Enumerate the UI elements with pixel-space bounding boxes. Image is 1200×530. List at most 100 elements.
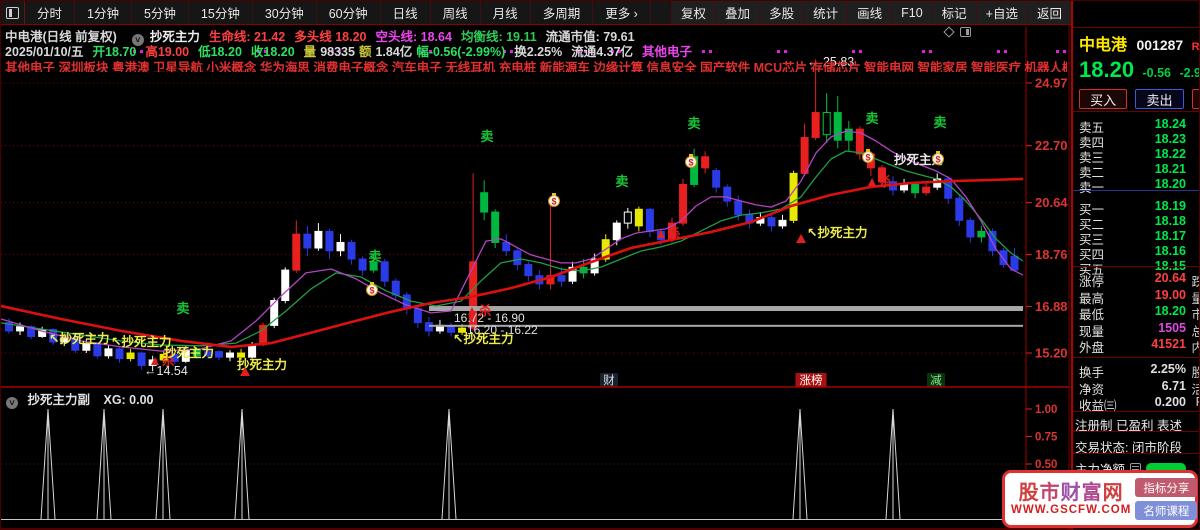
svg-text:卖: 卖: [615, 174, 628, 189]
book-row-买二[interactable]: 买二 18.18: [1079, 214, 1199, 232]
menu-tool-6[interactable]: 标记: [931, 1, 976, 24]
panel-toggle-icon[interactable]: [1, 1, 25, 24]
svg-text:杀: 杀: [668, 226, 681, 241]
stat-最低: 最低18.20市: [1079, 304, 1199, 322]
svg-text:卖: 卖: [933, 115, 946, 130]
book-row-卖二[interactable]: 卖二 18.21: [1079, 162, 1199, 180]
watermark-url: WWW.GSCFW.COM: [1011, 504, 1132, 516]
svg-text:1.00: 1.00: [1035, 404, 1057, 416]
svg-text:↖抄死主力: ↖抄死主力: [807, 225, 867, 240]
svg-text:减: 减: [930, 374, 942, 387]
chart-corner-icons: [943, 26, 971, 38]
svg-text:卖: 卖: [865, 111, 878, 126]
menu-period-0[interactable]: 分时: [25, 1, 76, 24]
subchart-header: ˅ 抄死主力副 XG: 0.00: [6, 389, 154, 409]
sell-button[interactable]: 卖出: [1135, 89, 1184, 109]
book-row-卖五[interactable]: 卖五 18.24: [1079, 117, 1199, 135]
svg-text:卖: 卖: [176, 301, 189, 316]
menu-period-10[interactable]: 更多 ›: [593, 1, 651, 24]
last-price: 18.20: [1079, 57, 1135, 82]
svg-text:$: $: [865, 153, 870, 163]
menu-tool-8[interactable]: 返回: [1026, 1, 1071, 24]
svg-text:↖抄死主力: ↖抄死主力: [49, 331, 109, 346]
stat2-收益㈢: 收益㈢0.200P: [1079, 395, 1199, 413]
book-row-买四[interactable]: 买四 18.16: [1079, 244, 1199, 262]
watermark: 股市财富网 WWW.GSCFW.COM 指标分享 名师课程: [1002, 470, 1198, 528]
stat-最高: 最高19.00量: [1079, 287, 1199, 306]
tool-menu: 复权 叠加 多股 统计 画线 F10 标记 +自选 返回: [671, 1, 1071, 24]
svg-text:杀: 杀: [479, 303, 492, 318]
price-row: 18.20 -0.56 -2.99: [1079, 57, 1199, 83]
svg-text:16.88: 16.88: [1035, 299, 1068, 314]
svg-text:↖抄死主力: ↖抄死主力: [453, 331, 513, 346]
menu-period-1[interactable]: 1分钟: [75, 1, 132, 24]
svg-text:$: $: [369, 286, 374, 296]
subchart-dropdown-icon[interactable]: ˅: [6, 397, 18, 409]
stat2-换手: 换手2.25%股: [1079, 362, 1199, 380]
svg-text:杀: 杀: [879, 174, 892, 189]
svg-text:抄死主力: 抄死主力: [164, 345, 214, 360]
svg-text:卖: 卖: [687, 116, 700, 131]
book-row-卖三[interactable]: 卖三 18.22: [1079, 147, 1199, 165]
sector-tags[interactable]: 其他电子 深圳板块 粤港澳 卫星导航 小米概念 华为海思 消费电子概念 汽车电子…: [5, 57, 1067, 72]
panel-layout-icon[interactable]: [960, 27, 971, 37]
watermark-title-char: 富: [1081, 482, 1103, 504]
watermark-title-char: 网: [1102, 482, 1124, 504]
book-row-买一[interactable]: 买一 18.19: [1079, 199, 1199, 217]
stock-name-row: 中电港 001287 R: [1079, 31, 1200, 55]
menu-tool-1[interactable]: 叠加: [715, 1, 760, 24]
menu-period-5[interactable]: 60分钟: [317, 1, 381, 24]
svg-text:$: $: [551, 197, 556, 207]
menu-period-6[interactable]: 日线: [381, 1, 431, 24]
svg-text:涨榜: 涨榜: [800, 373, 823, 387]
watermark-title-char: 市: [1039, 482, 1061, 504]
subchart-xg-value: XG: 0.00: [103, 393, 154, 407]
stat2-净资: 净资6.71活: [1079, 378, 1199, 397]
menu-period-4[interactable]: 30分钟: [253, 1, 317, 24]
menu-tool-2[interactable]: 多股: [759, 1, 804, 24]
svg-text:20.64: 20.64: [1035, 195, 1068, 210]
menu-tool-4[interactable]: 画线: [847, 1, 892, 24]
svg-text:←14.54: ←14.54: [144, 364, 188, 378]
margin-tag: R: [1191, 41, 1200, 53]
info-line-1: 中电港(日线 前复权) ˅ 抄死主力 生命线: 21.42 多头线 18.20 空头线: …: [5, 26, 644, 46]
menu-tool-7[interactable]: +自选: [975, 1, 1027, 24]
cut-button[interactable]: [1191, 89, 1199, 109]
watermark-title: 股市财富网: [1011, 482, 1131, 504]
quote-panel: 中电港 001287 R 18.20 -0.56 -2.99 买入 卖出 卖五1…: [1071, 1, 1200, 529]
stat-涨停: 涨停20.64跌: [1079, 271, 1199, 289]
menu-tool-5[interactable]: F10: [891, 1, 932, 24]
diamond-icon[interactable]: [943, 26, 955, 38]
stat-现量: 现量1505总: [1079, 320, 1199, 339]
price-change: -0.56: [1142, 66, 1172, 80]
svg-text:18.76: 18.76: [1035, 247, 1068, 262]
svg-text:15.20: 15.20: [1035, 346, 1068, 361]
svg-text:卖: 卖: [368, 249, 381, 264]
buy-button[interactable]: 买入: [1079, 89, 1128, 109]
app-window: 16.72 - 16.90 16.20 - 16.22 卖卖卖卖卖卖卖杀杀杀杀 ↖抄死…: [0, 0, 1200, 530]
menu-tool-3[interactable]: 统计: [803, 1, 848, 24]
price-change-pct: -2.99: [1179, 66, 1199, 80]
period-menu: 分时 1分钟 5分钟 15分钟 30分钟 60分钟 日线 周线 月线 多周期 更多 ›: [25, 1, 651, 24]
svg-text:24.97: 24.97: [1035, 76, 1068, 91]
menu-period-7[interactable]: 周线: [431, 1, 481, 24]
watermark-title-char: 财: [1060, 482, 1082, 504]
menu-period-2[interactable]: 5分钟: [132, 1, 189, 24]
menu-tool-0[interactable]: 复权: [671, 1, 716, 24]
menu-period-9[interactable]: 多周期: [531, 1, 594, 24]
book-row-买三[interactable]: 买三 18.17: [1079, 229, 1199, 247]
watermark-title-char: 股: [1018, 482, 1040, 504]
order-buttons: 买入 卖出: [1079, 89, 1199, 109]
svg-text:$: $: [688, 158, 693, 168]
menu-period-8[interactable]: 月线: [481, 1, 531, 24]
svg-text:↖抄死主力: ↖抄死主力: [111, 334, 171, 349]
stock-name: 中电港: [1079, 37, 1128, 54]
watermark-badge-share: 指标分享: [1135, 478, 1198, 497]
watermark-badge-course: 名师课程: [1135, 501, 1198, 520]
main-chart[interactable]: 16.72 - 16.9016.20 - 16.22卖卖卖卖卖卖卖杀杀杀杀↖抄死…: [1, 1, 1200, 530]
info-line-2: 2025/01/10/五 开18.70 高19.00 低18.20 收18.20 量 983…: [5, 41, 696, 59]
book-row-卖四[interactable]: 卖四 18.23: [1079, 132, 1199, 150]
menu-period-3[interactable]: 15分钟: [189, 1, 253, 24]
subchart-name[interactable]: 抄死主力副: [27, 393, 90, 407]
svg-text:$: $: [935, 155, 940, 165]
